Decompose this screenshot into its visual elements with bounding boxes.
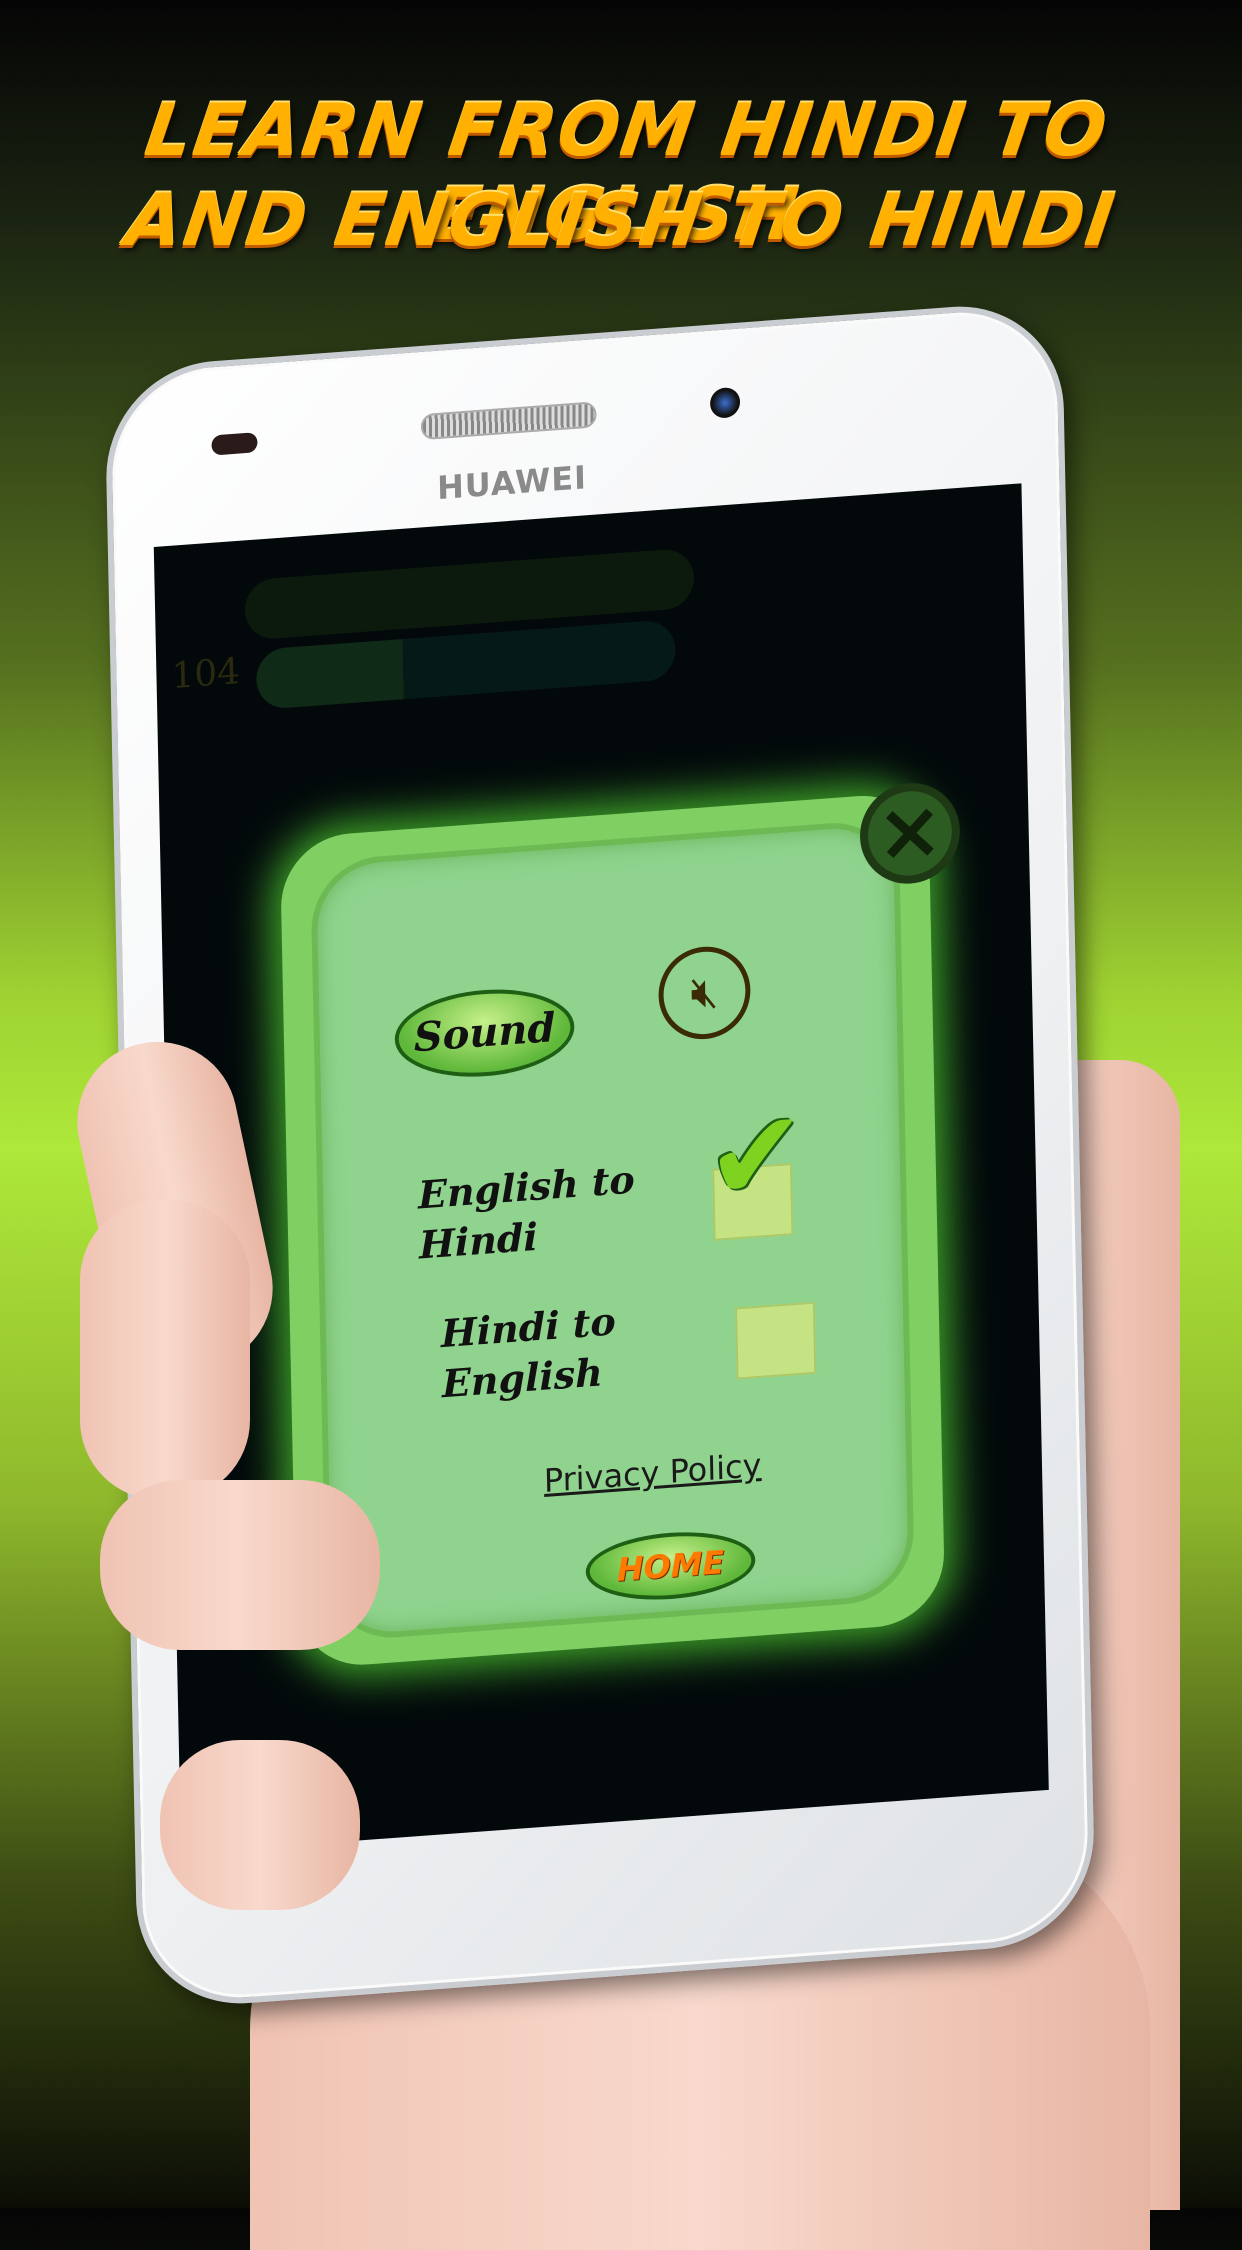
option-english-to-hindi-label: English to Hindi	[418, 1154, 637, 1270]
speaker-muted-icon[interactable]: 🔇︎	[657, 943, 752, 1043]
sensor-icon	[211, 432, 258, 456]
checkmark-icon: ✔	[704, 1083, 808, 1231]
headline-line-2: and English to Hindi	[120, 178, 1122, 262]
english-to-hindi-checkbox[interactable]: ✔	[705, 1084, 808, 1241]
hindi-to-english-checkbox[interactable]	[735, 1301, 817, 1380]
option-hindi-to-english-label: Hindi to English	[440, 1296, 617, 1409]
finger-1	[80, 1200, 250, 1500]
home-button[interactable]: HOME	[585, 1526, 757, 1606]
sound-button[interactable]: Sound	[393, 983, 576, 1083]
speaker-grille	[420, 401, 597, 441]
level-number: 104	[171, 651, 241, 698]
finger-3	[160, 1740, 360, 1910]
privacy-policy-link[interactable]: Privacy Policy	[544, 1446, 762, 1500]
settings-dialog: × Sound 🔇︎ English to Hindi ✔ Hindi to E…	[310, 779, 961, 1643]
phone-brand: HUAWEI	[436, 458, 588, 508]
camera-icon	[709, 386, 741, 419]
finger-2	[100, 1480, 380, 1650]
